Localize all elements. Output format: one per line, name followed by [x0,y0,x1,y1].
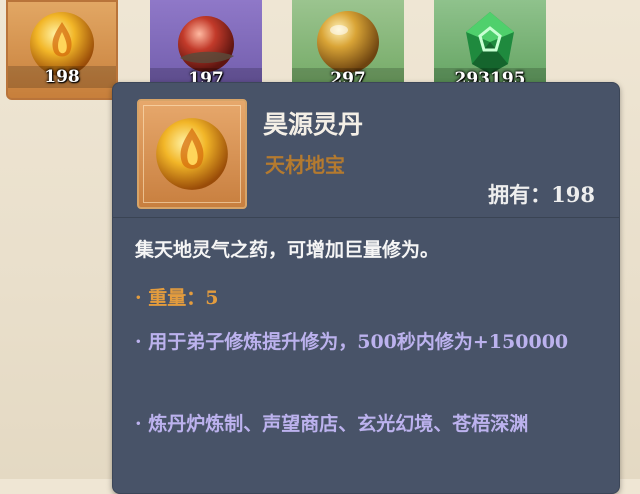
item-category: 天材地宝 [265,153,345,177]
item-icon-frame [137,99,247,209]
slot-count: 198 [8,66,116,88]
item-usage: · 用于弟子修炼提升修为，500秒内修为+150000 [135,331,569,353]
inventory-slot-elixir[interactable]: 198 [6,0,118,100]
item-tooltip: 昊源灵丹 天材地宝 拥有：198 集天地灵气之药，可增加巨量修为。 · 重量：5… [112,82,620,494]
golden-elixir-icon [156,118,228,190]
item-source: · 炼丹炉炼制、声望商店、玄光幻境、苍梧深渊 [135,413,529,435]
tooltip-header: 昊源灵丹 天材地宝 拥有：198 [113,83,619,218]
item-name: 昊源灵丹 [263,110,364,139]
owned-count: 拥有：198 [488,182,595,207]
item-description: 集天地灵气之药，可增加巨量修为。 [135,239,440,261]
item-weight: · 重量：5 [135,287,219,309]
